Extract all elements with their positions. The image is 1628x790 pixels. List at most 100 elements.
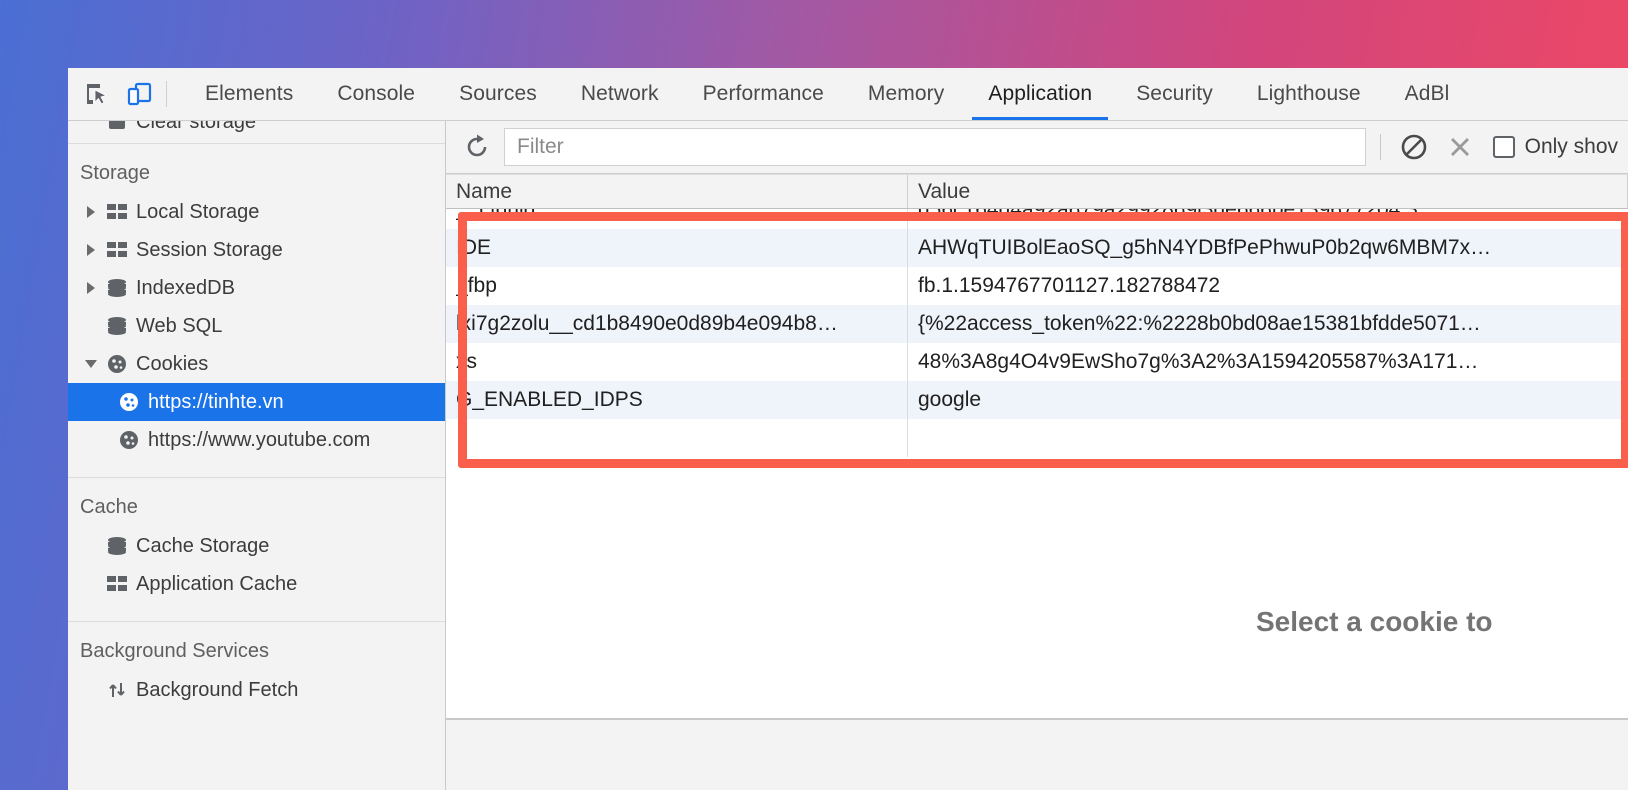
cell-name: xs	[446, 343, 908, 381]
sidebar-item-background-fetch[interactable]: Background Fetch	[68, 671, 445, 709]
devtools-tabstrip: Elements Console Sources Network Perform…	[68, 68, 1628, 121]
sidebar-item-label: Session Storage	[136, 238, 283, 261]
table-row[interactable]: lxi7g2zolu__cd1b8490e0d89b4e094b8… {%22a…	[446, 305, 1628, 343]
column-header-name[interactable]: Name	[446, 175, 908, 208]
sidebar-item-cookies-tinhte-vn[interactable]: https://tinhte.vn	[68, 383, 445, 421]
clear-all-cookies-icon[interactable]	[1395, 128, 1433, 166]
chevron-down-icon[interactable]	[80, 360, 102, 368]
application-sidebar: Clear storage Storage Local Storage Sess…	[68, 121, 446, 790]
cookie-table-header: Name Value	[446, 174, 1628, 209]
cell-value: d56c164d4a92a679a2992869i3de666be1396772…	[918, 209, 1418, 221]
sidebar-item-label: Local Storage	[136, 200, 260, 223]
cell-value: {%22access_token%22:%2228b0bd08ae15381bf…	[918, 312, 1481, 335]
cell-name: lxi7g2zolu__cd1b8490e0d89b4e094b8…	[446, 305, 908, 343]
cell-value: fb.1.1594767701127.182788472	[918, 274, 1221, 297]
sidebar-item-clear-storage[interactable]: Clear storage	[68, 121, 445, 135]
devtools-tool-buttons	[68, 68, 183, 120]
toolbar-divider	[166, 81, 167, 107]
chevron-right-icon[interactable]	[80, 282, 102, 294]
sidebar-item-web-sql[interactable]: Web SQL	[68, 307, 445, 345]
cookie-icon	[114, 391, 144, 413]
sidebar-group-storage-title: Storage	[80, 162, 151, 184]
table-row[interactable]: IDE AHWqTUIBolEaoSQ_g5hN4YDBfPePhwuP0b2q…	[446, 229, 1628, 267]
database-icon	[102, 316, 132, 336]
sidebar-item-local-storage[interactable]: Local Storage	[68, 193, 445, 231]
tab-security[interactable]: Security	[1114, 68, 1235, 120]
sidebar-item-cookies-youtube-com[interactable]: https://www.youtube.com	[68, 421, 445, 459]
cookie-preview-pane: Select a cookie to	[446, 463, 1628, 718]
only-show-label: Only shov	[1524, 135, 1618, 158]
sidebar-group-background-services-title: Background Services	[80, 640, 269, 662]
sidebar-item-session-storage[interactable]: Session Storage	[68, 231, 445, 269]
table-icon	[102, 575, 132, 593]
table-row[interactable]: __cfduid d56c164d4a92a679a2992869i3de666…	[446, 209, 1628, 229]
sidebar-divider	[68, 621, 445, 622]
sidebar-item-label: Web SQL	[136, 314, 223, 337]
filter-input[interactable]: Filter	[504, 128, 1366, 166]
tab-sources[interactable]: Sources	[437, 68, 559, 120]
sidebar-item-label: https://tinhte.vn	[148, 390, 284, 413]
cookie-preview-empty-message: Select a cookie to	[1256, 606, 1493, 637]
panel-bottom-bar	[446, 718, 1628, 790]
tab-elements[interactable]: Elements	[183, 68, 315, 120]
database-icon	[102, 278, 132, 298]
table-row[interactable]: G_ENABLED_IDPS google	[446, 381, 1628, 419]
cookie-table: Name Value __cfduid d56c164d4a92a679a299…	[446, 174, 1628, 463]
cell-name: G_ENABLED_IDPS	[446, 381, 908, 419]
clear-storage-icon	[102, 121, 132, 133]
column-header-value[interactable]: Value	[908, 175, 1628, 208]
sidebar-item-indexeddb[interactable]: IndexedDB	[68, 269, 445, 307]
cell-name: __cfduid	[446, 209, 908, 229]
cookie-icon	[102, 353, 132, 375]
sidebar-item-label: https://www.youtube.com	[148, 428, 371, 451]
table-icon	[102, 241, 132, 259]
refresh-icon[interactable]	[458, 128, 496, 166]
chevron-right-icon[interactable]	[80, 206, 102, 218]
sidebar-item-label: Background Fetch	[136, 678, 299, 701]
sidebar-item-cache-storage[interactable]: Cache Storage	[68, 527, 445, 565]
table-row[interactable]: _fbp fb.1.1594767701127.182788472	[446, 267, 1628, 305]
tab-lighthouse[interactable]: Lighthouse	[1235, 68, 1383, 120]
cell-name: IDE	[446, 229, 908, 267]
sidebar-item-cookies[interactable]: Cookies	[68, 345, 445, 383]
cell-value: google	[918, 388, 982, 411]
device-toolbar-icon[interactable]	[120, 75, 158, 113]
tab-memory[interactable]: Memory	[846, 68, 966, 120]
cell-name-empty	[446, 419, 908, 457]
devtools-split: Clear storage Storage Local Storage Sess…	[68, 121, 1628, 790]
updown-arrows-icon	[102, 679, 132, 701]
sidebar-item-label: Application Cache	[136, 572, 298, 595]
cookie-icon	[114, 429, 144, 451]
sidebar-item-label: Clear storage	[136, 121, 257, 133]
table-row-empty	[446, 419, 1628, 457]
cookies-toolbar: Filter Only shov	[446, 121, 1628, 174]
devtools-window: Elements Console Sources Network Perform…	[68, 68, 1628, 790]
cell-name: _fbp	[446, 267, 908, 305]
inspect-element-icon[interactable]	[78, 75, 116, 113]
cookie-rows-viewport: __cfduid d56c164d4a92a679a2992869i3de666…	[446, 209, 1628, 463]
tab-performance[interactable]: Performance	[681, 68, 846, 120]
cell-value-empty	[908, 419, 1628, 457]
delete-selected-cookie-icon[interactable]	[1441, 128, 1479, 166]
table-icon	[102, 203, 132, 221]
sidebar-item-application-cache[interactable]: Application Cache	[68, 565, 445, 603]
sidebar-divider	[68, 477, 445, 478]
cookies-panel: Filter Only shov Name Value __cfduid d56…	[446, 121, 1628, 790]
cell-value: 48%3A8g4O4v9EwSho7g%3A2%3A1594205587%3A1…	[918, 350, 1479, 373]
table-row[interactable]: xs 48%3A8g4O4v9EwSho7g%3A2%3A1594205587%…	[446, 343, 1628, 381]
chevron-right-icon[interactable]	[80, 244, 102, 256]
sidebar-item-label: IndexedDB	[136, 276, 235, 299]
tab-network[interactable]: Network	[559, 68, 681, 120]
sidebar-item-label: Cookies	[136, 352, 209, 375]
only-show-filter-toggle[interactable]: Only shov	[1492, 135, 1618, 159]
database-icon	[102, 536, 132, 556]
cell-value: AHWqTUIBolEaoSQ_g5hN4YDBfPePhwuP0b2qw6MB…	[918, 236, 1492, 259]
only-show-checkbox[interactable]	[1492, 136, 1515, 158]
cookie-table-wrapper: Name Value __cfduid d56c164d4a92a679a299…	[446, 174, 1628, 718]
devtools-tabs: Elements Console Sources Network Perform…	[183, 68, 1471, 120]
tab-application[interactable]: Application	[966, 68, 1114, 120]
tab-adblock[interactable]: AdBl	[1383, 68, 1472, 120]
tab-console[interactable]: Console	[315, 68, 437, 120]
filter-placeholder: Filter	[517, 135, 564, 158]
toolbar-divider	[1379, 134, 1381, 160]
